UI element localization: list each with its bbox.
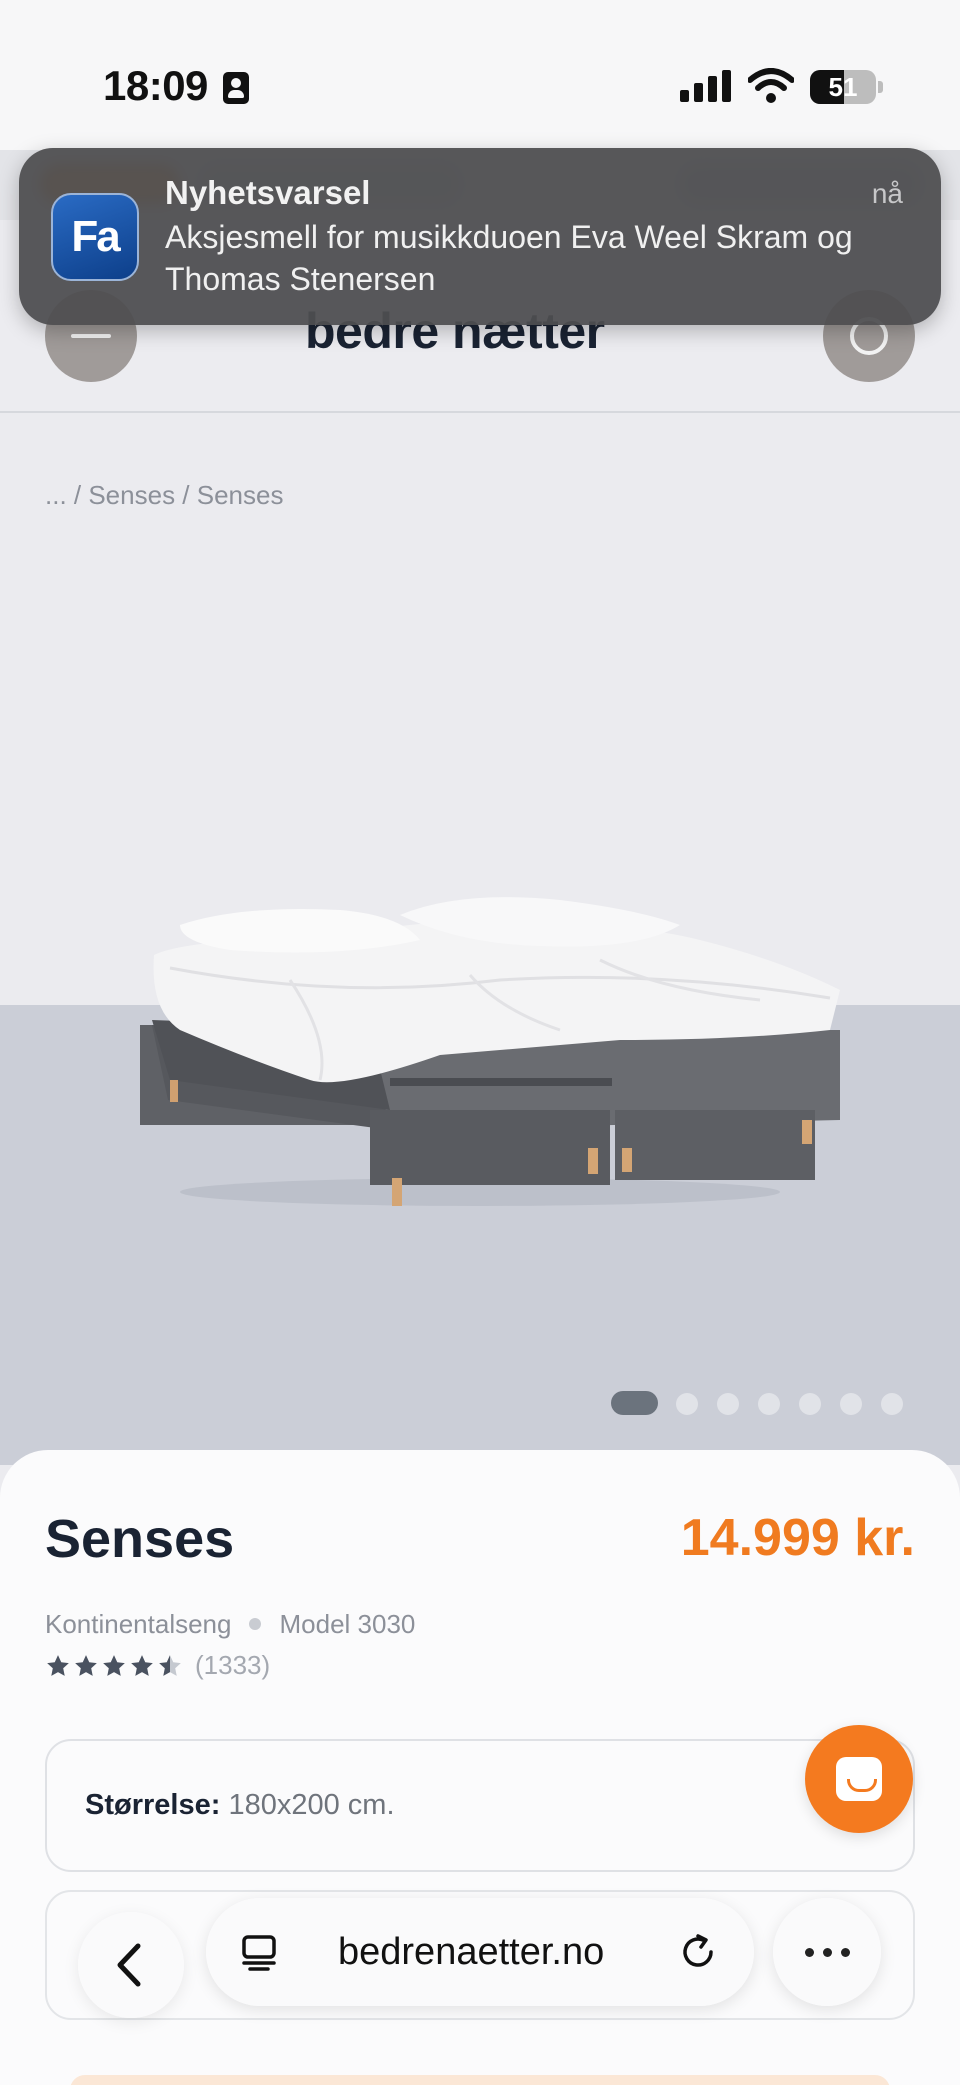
half-star-icon: [159, 1654, 181, 1676]
pagination-dot[interactable]: [717, 1393, 739, 1415]
size-value: 180x200 cm.: [228, 1789, 395, 1821]
back-button[interactable]: [78, 1912, 184, 2018]
product-meta: Kontinentalseng Model 3030: [45, 1609, 415, 1640]
star-icon: [75, 1654, 97, 1676]
more-icon: [805, 1948, 814, 1957]
star-icon: [131, 1654, 153, 1676]
notification-body: Aksjesmell for musikkduoen Eva Weel Skra…: [165, 219, 853, 297]
status-time: 18:09: [103, 62, 208, 109]
pagination-dot-active[interactable]: [611, 1391, 658, 1415]
chat-icon: [836, 1757, 882, 1801]
news-app-icon: Fa: [51, 193, 139, 281]
size-selector-text: Størrelse: 180x200 cm.: [85, 1789, 395, 1822]
pagination-dot[interactable]: [676, 1393, 698, 1415]
product-price: 14.999 kr.: [680, 1509, 915, 1567]
product-rating[interactable]: (1333): [45, 1650, 270, 1681]
battery-icon: 51: [810, 70, 876, 104]
pagination-dot[interactable]: [799, 1393, 821, 1415]
product-model: Model 3030: [279, 1609, 416, 1639]
separator-dot: [249, 1618, 262, 1631]
size-selector[interactable]: Størrelse: 180x200 cm.: [45, 1739, 915, 1872]
chevron-left-icon: [117, 1943, 141, 1987]
chat-button[interactable]: [805, 1725, 913, 1833]
reload-icon[interactable]: [678, 1932, 718, 1972]
product-title: Senses: [45, 1509, 235, 1569]
address-bar[interactable]: bedrenaetter.no: [206, 1898, 754, 2006]
breadcrumb[interactable]: ... / Senses / Senses: [45, 480, 283, 511]
wifi-icon: [748, 68, 794, 103]
notification-time: nå: [871, 178, 903, 209]
hamburger-icon: [71, 334, 111, 338]
pagination-dot[interactable]: [840, 1393, 862, 1415]
battery-percent: 51: [828, 72, 858, 102]
pagination-dot[interactable]: [881, 1393, 903, 1415]
status-bar: 18:09 51: [0, 0, 960, 150]
more-icon-dot: [841, 1948, 850, 1957]
pagination-dot[interactable]: [758, 1393, 780, 1415]
product-category: Kontinentalseng: [45, 1609, 232, 1639]
star-icon: [103, 1654, 125, 1676]
add-to-cart-peek[interactable]: [70, 2075, 890, 2085]
cellular-signal-icon: [680, 70, 732, 102]
more-icon-dot: [823, 1948, 832, 1957]
notification-title: Nyhetsvarsel: [165, 174, 371, 211]
review-count: (1333): [195, 1650, 271, 1680]
notification-banner[interactable]: Fa Nyhetsvarsel nå Aksjesmell for musikk…: [19, 148, 941, 325]
product-image-bed[interactable]: [140, 880, 840, 1220]
star-icon: [47, 1654, 69, 1676]
contact-card-icon: [223, 72, 249, 104]
tabs-icon: [242, 1935, 276, 1971]
url-text: bedrenaetter.no: [338, 1931, 605, 1973]
more-button[interactable]: [773, 1898, 881, 2006]
size-label: Størrelse:: [85, 1789, 221, 1821]
battery-cap: [878, 81, 883, 93]
